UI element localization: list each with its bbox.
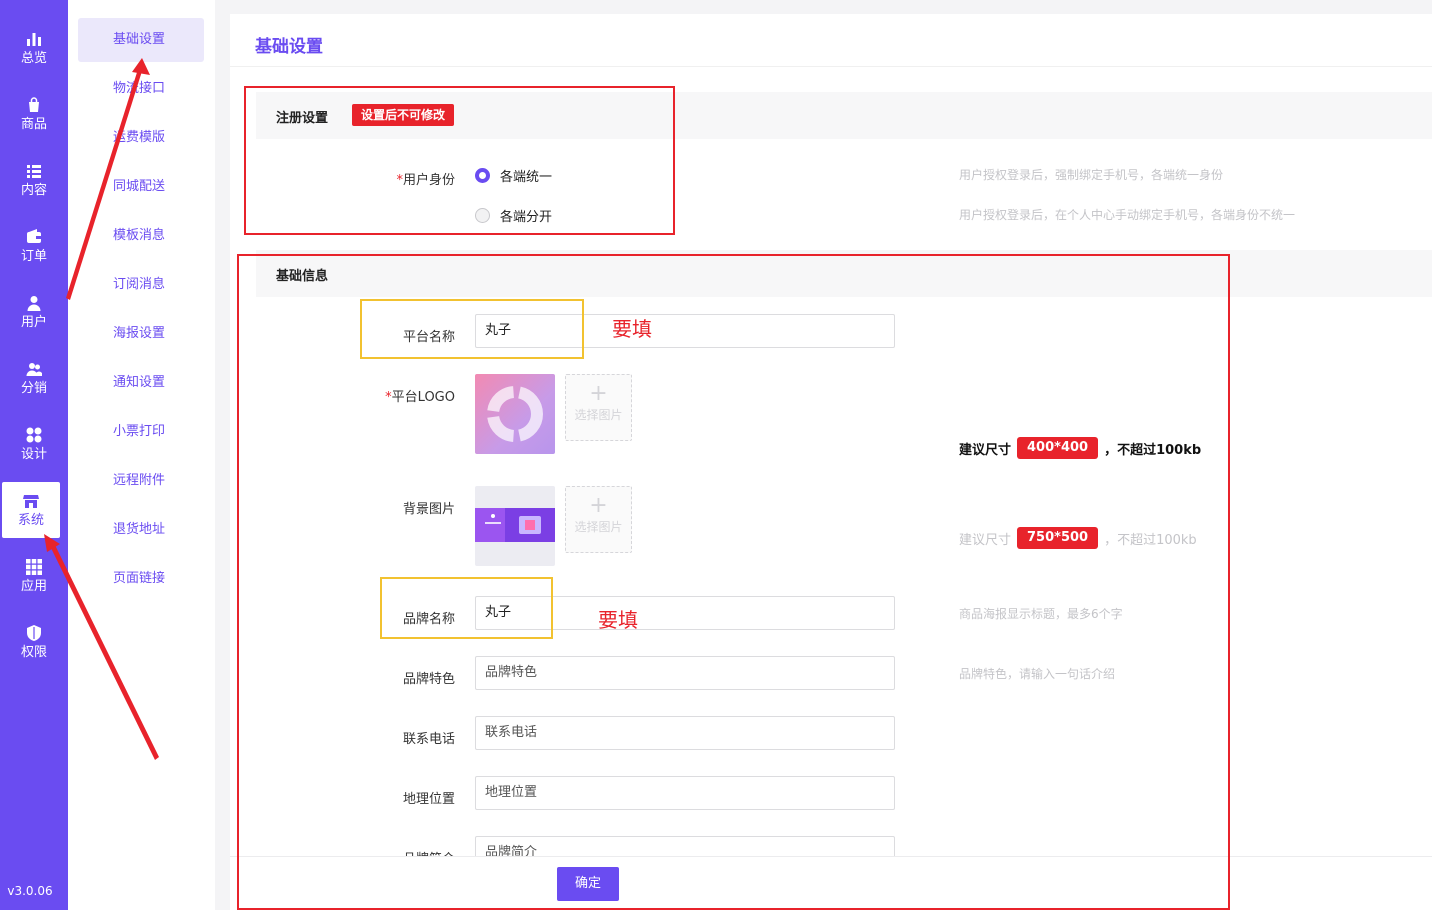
annotation-box-brand-name [380, 577, 553, 639]
settings-subnav: 基础设置 物流接口 运费模版 同城配送 模板消息 订阅消息 海报设置 通知设置 … [68, 0, 215, 910]
hint-separate: 用户授权登录后，在个人中心手动绑定手机号，各端身份不统一 [959, 208, 1296, 222]
users-icon [25, 360, 43, 378]
rail-label: 应用 [20, 579, 47, 594]
subnav-item-notify-settings[interactable]: 通知设置 [78, 361, 204, 405]
annotation-box-registration [244, 86, 675, 235]
subnav-item-logistics-api[interactable]: 物流接口 [78, 67, 204, 111]
rail-label: 权限 [20, 645, 47, 660]
grid-icon [25, 558, 43, 576]
primary-nav: 总览 商品 内容 订单 用户 分销 设计 系统 应用 权限 v3.0.06 [0, 0, 68, 910]
rail-label: 总览 [20, 51, 47, 66]
subnav-item-page-links[interactable]: 页面链接 [78, 557, 204, 601]
annotation-must-fill-2: 要填 [598, 608, 638, 632]
rail-item-design[interactable]: 设计 [0, 416, 68, 472]
rail-label: 订单 [20, 249, 47, 264]
rail-item-system[interactable]: 系统 [2, 482, 60, 538]
rail-label: 用户 [20, 315, 47, 330]
subnav-item-template-message[interactable]: 模板消息 [78, 214, 204, 258]
annotation-must-fill-1: 要填 [612, 317, 652, 341]
subnav-item-remote-attachment[interactable]: 远程附件 [78, 459, 204, 503]
subnav-item-shipping-template[interactable]: 运费模版 [78, 116, 204, 160]
chart-bar-icon [25, 30, 43, 48]
rail-item-orders[interactable]: 订单 [0, 218, 68, 274]
rail-item-content[interactable]: 内容 [0, 152, 68, 208]
shield-icon [25, 624, 43, 642]
hint-unified: 用户授权登录后，强制绑定手机号，各端统一身份 [959, 168, 1224, 182]
rail-label: 内容 [20, 183, 47, 198]
rail-label: 分销 [20, 381, 47, 396]
rail-label: 商品 [20, 117, 47, 132]
subnav-item-return-address[interactable]: 退货地址 [78, 508, 204, 552]
rail-label: 设计 [20, 447, 47, 462]
shopping-bag-icon [25, 96, 43, 114]
subnav-item-receipt-print[interactable]: 小票打印 [78, 410, 204, 454]
subnav-item-local-delivery[interactable]: 同城配送 [78, 165, 204, 209]
palette-icon [25, 426, 43, 444]
app-version: v3.0.06 [7, 884, 53, 898]
rail-item-permissions[interactable]: 权限 [0, 614, 68, 670]
user-icon [25, 294, 43, 312]
rail-label: 系统 [17, 513, 44, 528]
rail-item-users[interactable]: 用户 [0, 284, 68, 340]
title-divider [230, 66, 1432, 67]
subnav-item-basic-settings[interactable]: 基础设置 [78, 18, 204, 62]
rail-item-overview[interactable]: 总览 [0, 20, 68, 76]
store-icon [22, 492, 40, 510]
list-icon [25, 162, 43, 180]
wallet-icon [25, 228, 43, 246]
rail-item-distribution[interactable]: 分销 [0, 350, 68, 406]
page-title: 基础设置 [255, 37, 323, 57]
subnav-item-poster-settings[interactable]: 海报设置 [78, 312, 204, 356]
rail-item-goods[interactable]: 商品 [0, 86, 68, 142]
subnav-item-subscribe-message[interactable]: 订阅消息 [78, 263, 204, 307]
rail-item-apps[interactable]: 应用 [0, 548, 68, 604]
annotation-box-platform-name [360, 299, 584, 359]
